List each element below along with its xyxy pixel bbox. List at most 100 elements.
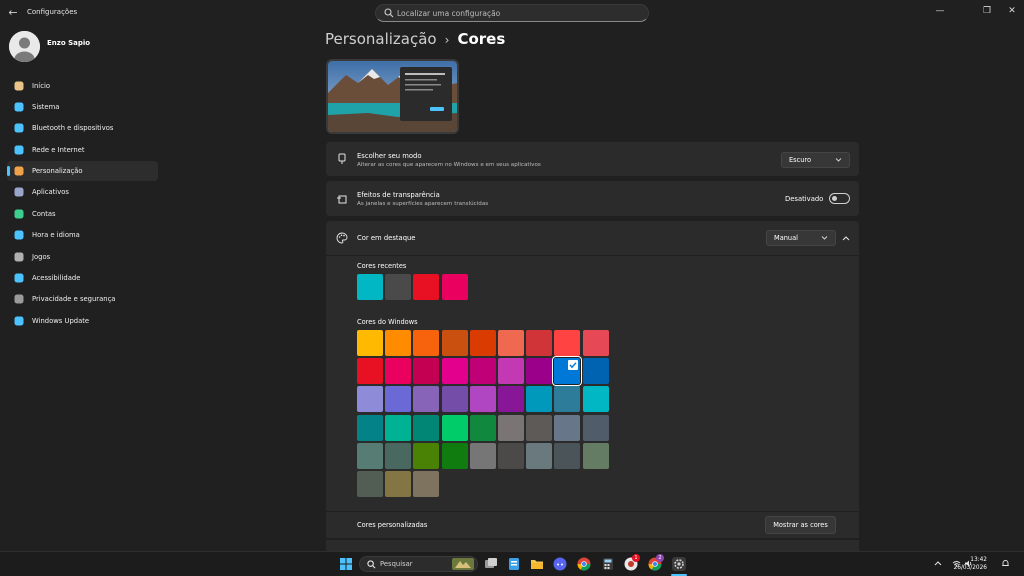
windows-color-swatch[interactable] xyxy=(357,358,383,385)
windows-color-swatch[interactable] xyxy=(582,358,609,385)
transparency-card: Efeitos de transparência As janelas e su… xyxy=(326,181,859,216)
file-explorer-icon[interactable] xyxy=(530,557,544,571)
windows-color-swatch[interactable] xyxy=(469,414,496,441)
chevron-up-icon[interactable] xyxy=(842,235,850,242)
discord-icon[interactable] xyxy=(553,557,567,571)
windows-color-swatch[interactable] xyxy=(357,386,383,413)
windows-color-swatch[interactable] xyxy=(357,442,383,469)
sidebar-item-3[interactable]: Rede e Internet xyxy=(7,140,158,160)
windows-color-swatch[interactable] xyxy=(498,442,524,469)
windows-color-swatch[interactable] xyxy=(413,442,440,469)
next-card-partial xyxy=(326,540,859,551)
mode-subtitle: Alterar as cores que aparecem no Windows… xyxy=(357,162,541,168)
windows-color-swatch[interactable] xyxy=(582,414,609,441)
accent-header-card[interactable]: Cor em destaque Manual xyxy=(326,221,859,255)
windows-color-swatch[interactable] xyxy=(385,414,412,441)
windows-color-swatch[interactable] xyxy=(441,442,468,469)
windows-color-swatch[interactable] xyxy=(441,414,468,441)
windows-color-swatch[interactable] xyxy=(441,386,468,413)
windows-color-swatch[interactable] xyxy=(582,386,609,413)
windows-color-swatch[interactable] xyxy=(357,471,383,497)
minimize-button[interactable]: — xyxy=(930,4,950,18)
notifications-bell-icon[interactable] xyxy=(1001,559,1010,568)
windows-color-swatch[interactable] xyxy=(498,386,524,413)
settings-gear-icon[interactable] xyxy=(672,557,686,571)
windows-color-swatch[interactable] xyxy=(526,414,553,441)
settings-search-input[interactable]: Localizar uma configuração xyxy=(375,4,649,22)
calculator-icon[interactable] xyxy=(601,557,615,571)
windows-color-swatch[interactable] xyxy=(582,442,609,469)
sidebar-item-9[interactable]: Acessibilidade xyxy=(7,268,158,288)
windows-color-swatch[interactable] xyxy=(554,386,581,413)
close-button[interactable]: ✕ xyxy=(1002,4,1022,18)
back-arrow-icon[interactable]: ← xyxy=(6,6,20,20)
search-highlight-icon xyxy=(452,558,474,570)
windows-color-swatch[interactable] xyxy=(469,358,496,385)
sidebar-item-7[interactable]: Hora e idioma xyxy=(7,225,158,245)
windows-color-swatch[interactable] xyxy=(385,471,412,497)
windows-color-swatch[interactable] xyxy=(413,330,440,356)
windows-color-swatch[interactable] xyxy=(554,330,581,356)
sidebar-item-0[interactable]: Início xyxy=(7,76,158,96)
sidebar-item-label: Hora e idioma xyxy=(32,231,80,240)
windows-color-swatch[interactable] xyxy=(498,358,524,385)
maximize-button[interactable]: ❐ xyxy=(977,4,997,18)
windows-color-swatch[interactable] xyxy=(469,442,496,469)
windows-color-swatch[interactable] xyxy=(357,330,383,356)
mode-title: Escolher seu modo xyxy=(357,152,422,160)
windows-color-swatch[interactable] xyxy=(526,330,553,356)
windows-color-swatch[interactable] xyxy=(357,414,383,441)
windows-color-swatch[interactable] xyxy=(526,386,553,413)
windows-color-swatch[interactable] xyxy=(498,414,524,441)
sidebar-item-4[interactable]: Personalização xyxy=(7,161,158,181)
windows-color-swatch[interactable] xyxy=(582,330,609,356)
chevron-up-icon[interactable] xyxy=(934,560,942,566)
accessibility-icon xyxy=(14,273,24,283)
mode-dropdown[interactable]: Escuro xyxy=(781,152,850,168)
sidebar-item-8[interactable]: Jogos xyxy=(7,247,158,267)
windows-color-swatch[interactable] xyxy=(441,330,468,356)
windows-color-swatch[interactable] xyxy=(441,358,468,385)
windows-color-swatch[interactable] xyxy=(385,330,412,356)
sidebar-item-1[interactable]: Sistema xyxy=(7,97,158,117)
transparency-toggle[interactable] xyxy=(829,193,850,204)
show-colors-button[interactable]: Mostrar as cores xyxy=(765,516,836,534)
windows-color-swatch[interactable] xyxy=(554,414,581,441)
sidebar-item-2[interactable]: Bluetooth e dispositivos xyxy=(7,119,158,139)
recent-color-swatch[interactable] xyxy=(441,274,468,300)
sidebar-item-10[interactable]: Privacidade e segurança xyxy=(7,289,158,309)
windows-color-swatch[interactable] xyxy=(413,471,440,497)
apps-icon xyxy=(14,187,24,197)
chrome-icon[interactable] xyxy=(577,557,591,571)
windows-color-swatch[interactable] xyxy=(526,358,553,385)
windows-color-swatch[interactable] xyxy=(498,330,524,356)
sidebar-item-11[interactable]: Windows Update xyxy=(7,311,158,331)
taskbar: Pesquisar 1 2 13:42 26/03/2026 xyxy=(0,551,1024,576)
windows-color-swatch[interactable] xyxy=(554,358,581,385)
sidebar-item-6[interactable]: Contas xyxy=(7,204,158,224)
avatar[interactable] xyxy=(9,31,40,62)
windows-color-swatch[interactable] xyxy=(385,442,412,469)
windows-color-swatch[interactable] xyxy=(385,358,412,385)
windows-color-swatch[interactable] xyxy=(413,358,440,385)
accent-dropdown[interactable]: Manual xyxy=(766,230,836,246)
windows-color-swatch[interactable] xyxy=(469,330,496,356)
taskbar-clock[interactable]: 13:42 26/03/2026 xyxy=(954,556,987,572)
task-view-icon[interactable] xyxy=(484,557,498,571)
windows-color-swatch[interactable] xyxy=(554,442,581,469)
windows-color-swatch[interactable] xyxy=(385,386,412,413)
start-windows-icon[interactable] xyxy=(339,557,353,571)
windows-color-swatch[interactable] xyxy=(469,386,496,413)
recent-color-swatch[interactable] xyxy=(385,274,412,300)
windows-color-swatch[interactable] xyxy=(526,442,553,469)
recent-color-swatch[interactable] xyxy=(357,274,383,300)
wallpaper-preview xyxy=(328,61,457,132)
sidebar-item-5[interactable]: Aplicativos xyxy=(7,183,158,203)
recent-color-swatch[interactable] xyxy=(413,274,440,300)
windows-color-swatch[interactable] xyxy=(413,386,440,413)
widgets-app-icon[interactable] xyxy=(507,557,521,571)
taskbar-search-placeholder: Pesquisar xyxy=(380,560,413,568)
taskbar-search-input[interactable]: Pesquisar xyxy=(359,556,478,572)
breadcrumb-parent[interactable]: Personalização xyxy=(325,30,437,48)
windows-color-swatch[interactable] xyxy=(413,414,440,441)
